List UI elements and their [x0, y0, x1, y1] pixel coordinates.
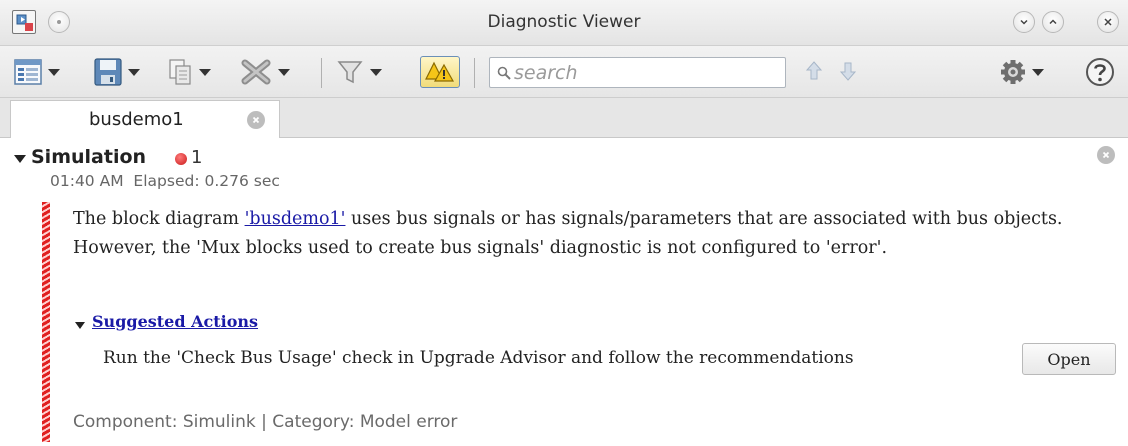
title-bar: Diagnostic Viewer: [0, 0, 1128, 46]
help-icon: [1086, 58, 1114, 86]
previous-result-button[interactable]: [805, 61, 823, 85]
filter-icon: [337, 61, 363, 84]
error-count: 1: [191, 147, 203, 168]
save-icon: [94, 58, 122, 86]
chevron-down-icon: [128, 68, 140, 76]
warning-icon: [425, 61, 455, 82]
chevron-down-icon: [1020, 19, 1028, 25]
suggested-action-text: Run the 'Check Bus Usage' check in Upgra…: [103, 348, 854, 368]
collapse-triangle-icon[interactable]: [14, 155, 26, 163]
save-menu-button[interactable]: [94, 58, 140, 86]
close-window-button[interactable]: [1097, 11, 1119, 33]
open-button[interactable]: Open: [1022, 343, 1116, 375]
report-list-icon: [14, 59, 42, 85]
tab-label: busdemo1: [89, 109, 184, 130]
toolbar: [0, 46, 1128, 98]
warnings-toggle-button[interactable]: [420, 56, 460, 88]
error-icon: [175, 153, 187, 165]
error-severity-bar: [42, 202, 50, 442]
suggested-actions-collapse-icon[interactable]: [75, 322, 85, 329]
chevron-down-icon: [48, 68, 60, 76]
minimize-button[interactable]: [1013, 11, 1035, 33]
maximize-button[interactable]: [1042, 11, 1064, 33]
copy-menu-button[interactable]: [167, 58, 211, 86]
entry-timestamp: 01:40 AM Elapsed: 0.276 sec: [50, 172, 280, 190]
model-link[interactable]: 'busdemo1': [245, 209, 346, 229]
chevron-down-icon: [1032, 68, 1044, 76]
filter-menu-button[interactable]: [336, 58, 382, 86]
delete-x-icon: [241, 59, 271, 85]
suggested-actions-link[interactable]: Suggested Actions: [92, 312, 258, 331]
search-icon: [497, 66, 511, 80]
chevron-down-icon: [278, 68, 290, 76]
toolbar-separator: [474, 58, 475, 88]
chevron-down-icon: [199, 68, 211, 76]
diagnostic-content: Simulation 1 01:40 AM Elapsed: 0.276 sec…: [0, 138, 1128, 446]
arrow-up-icon: [805, 61, 823, 80]
close-icon: [252, 116, 260, 124]
arrow-down-icon: [839, 62, 857, 81]
search-input[interactable]: [514, 60, 779, 85]
close-icon: [1104, 18, 1112, 26]
component-category-line: Component: Simulink | Category: Model er…: [73, 412, 458, 432]
window-title: Diagnostic Viewer: [487, 12, 641, 32]
chevron-down-icon: [370, 68, 382, 76]
entry-title[interactable]: Simulation: [31, 146, 146, 168]
message-text: The block diagram: [73, 209, 245, 229]
chevron-up-icon: [1049, 19, 1057, 25]
tab-strip: busdemo1: [0, 98, 1128, 138]
help-button[interactable]: [1085, 58, 1115, 86]
entry-close-button[interactable]: [1097, 146, 1115, 164]
next-result-button[interactable]: [839, 61, 857, 85]
error-message: The block diagram 'busdemo1' uses bus si…: [73, 205, 1123, 263]
view-menu-button[interactable]: [14, 58, 60, 86]
settings-menu-button[interactable]: [1000, 58, 1044, 86]
close-icon: [1102, 151, 1110, 159]
toolbar-separator: [321, 58, 322, 88]
gear-icon: [1001, 60, 1025, 84]
tab-close-button[interactable]: [247, 111, 265, 129]
clear-menu-button[interactable]: [240, 58, 290, 86]
copy-icon: [169, 59, 191, 85]
tab-busdemo1[interactable]: busdemo1: [10, 100, 280, 138]
search-box[interactable]: [489, 57, 786, 88]
